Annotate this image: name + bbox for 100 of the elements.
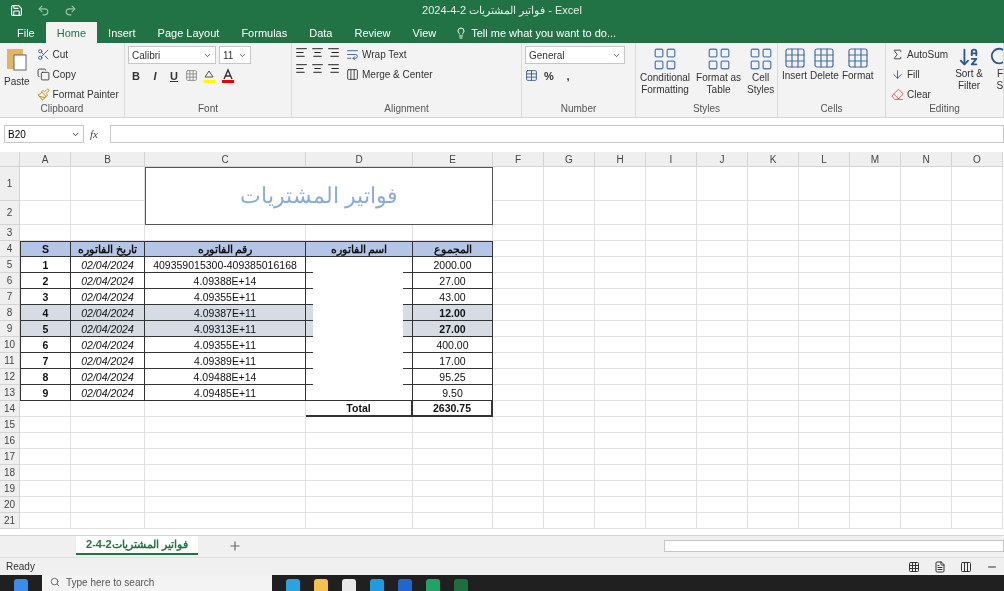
row-header[interactable]: 16	[0, 433, 20, 449]
empty-cell[interactable]	[493, 433, 544, 449]
empty-cell[interactable]	[71, 513, 145, 529]
empty-cell[interactable]	[799, 433, 850, 449]
row-header[interactable]: 10	[0, 337, 20, 353]
column-header[interactable]: G	[544, 152, 595, 167]
row-header[interactable]: 4	[0, 241, 20, 257]
empty-cell[interactable]	[799, 449, 850, 465]
row-header[interactable]: 13	[0, 385, 20, 401]
empty-cell[interactable]	[952, 353, 1003, 369]
empty-cell[interactable]	[306, 449, 413, 465]
save-icon[interactable]	[10, 3, 23, 17]
empty-cell[interactable]	[748, 513, 799, 529]
row-header[interactable]: 17	[0, 449, 20, 465]
empty-cell[interactable]	[493, 481, 544, 497]
column-header[interactable]: E	[413, 152, 493, 167]
empty-cell[interactable]	[544, 401, 595, 417]
empty-cell[interactable]	[646, 449, 697, 465]
empty-cell[interactable]	[850, 337, 901, 353]
empty-cell[interactable]	[799, 481, 850, 497]
empty-cell[interactable]	[697, 305, 748, 321]
column-header[interactable]: N	[901, 152, 952, 167]
empty-cell[interactable]	[595, 273, 646, 289]
empty-cell[interactable]	[901, 241, 952, 257]
add-sheet-icon[interactable]	[227, 539, 242, 553]
empty-cell[interactable]	[595, 305, 646, 321]
empty-cell[interactable]	[697, 401, 748, 417]
empty-cell[interactable]	[952, 433, 1003, 449]
empty-cell[interactable]	[646, 513, 697, 529]
styles-button[interactable]: Conditional Formatting	[639, 46, 692, 103]
empty-cell[interactable]	[799, 321, 850, 337]
empty-cell[interactable]	[850, 353, 901, 369]
empty-cell[interactable]	[646, 241, 697, 257]
row-header[interactable]: 7	[0, 289, 20, 305]
empty-cell[interactable]	[901, 337, 952, 353]
empty-cell[interactable]	[697, 497, 748, 513]
empty-cell[interactable]	[595, 449, 646, 465]
column-header[interactable]: J	[697, 152, 748, 167]
page-layout-icon[interactable]	[934, 560, 946, 573]
empty-cell[interactable]	[493, 449, 544, 465]
empty-cell[interactable]	[646, 497, 697, 513]
mail-icon[interactable]	[398, 579, 412, 591]
empty-cell[interactable]	[646, 257, 697, 273]
empty-cell[interactable]	[413, 433, 493, 449]
empty-cell[interactable]	[493, 417, 544, 433]
empty-cell[interactable]	[646, 433, 697, 449]
cells-button[interactable]: Delete	[809, 46, 840, 103]
empty-cell[interactable]	[799, 369, 850, 385]
empty-cell[interactable]	[952, 465, 1003, 481]
empty-cell[interactable]	[71, 417, 145, 433]
empty-cell[interactable]	[697, 481, 748, 497]
row-header[interactable]: 6	[0, 273, 20, 289]
empty-cell[interactable]	[952, 257, 1003, 273]
name-box[interactable]: B20	[4, 125, 84, 143]
find-select-button[interactable]: F S	[987, 46, 1003, 103]
empty-cell[interactable]	[799, 225, 850, 241]
empty-cell[interactable]	[850, 201, 901, 225]
empty-cell[interactable]	[544, 167, 595, 201]
empty-cell[interactable]	[901, 497, 952, 513]
horizontal-scrollbar[interactable]	[664, 540, 1004, 552]
empty-cell[interactable]	[799, 353, 850, 369]
percent-button[interactable]: %	[541, 67, 557, 84]
empty-cell[interactable]	[748, 465, 799, 481]
empty-cell[interactable]	[952, 401, 1003, 417]
align-bottom-icon[interactable]	[327, 46, 340, 59]
empty-cell[interactable]	[697, 273, 748, 289]
empty-cell[interactable]	[850, 385, 901, 401]
underline-button[interactable]: U	[166, 67, 182, 84]
sort-filter-button[interactable]: Sort & Filter	[954, 46, 984, 103]
empty-cell[interactable]	[799, 401, 850, 417]
empty-cell[interactable]	[544, 369, 595, 385]
normal-view-icon[interactable]	[908, 560, 920, 573]
empty-cell[interactable]	[544, 257, 595, 273]
empty-cell[interactable]	[748, 433, 799, 449]
empty-cell[interactable]	[306, 433, 413, 449]
empty-cell[interactable]	[952, 289, 1003, 305]
empty-cell[interactable]	[901, 201, 952, 225]
empty-cell[interactable]	[595, 201, 646, 225]
font-name-field[interactable]: Calibri	[128, 46, 216, 64]
empty-cell[interactable]	[901, 513, 952, 529]
empty-cell[interactable]	[799, 289, 850, 305]
empty-cell[interactable]	[697, 225, 748, 241]
font-size-field[interactable]: 11	[219, 46, 251, 64]
row-header[interactable]: 1	[0, 167, 20, 201]
empty-cell[interactable]	[850, 321, 901, 337]
empty-cell[interactable]	[493, 497, 544, 513]
empty-cell[interactable]	[306, 513, 413, 529]
empty-cell[interactable]	[646, 337, 697, 353]
empty-cell[interactable]	[748, 369, 799, 385]
empty-cell[interactable]	[595, 225, 646, 241]
empty-cell[interactable]	[901, 257, 952, 273]
ribbon-tab[interactable]: Formulas	[230, 22, 299, 43]
empty-cell[interactable]	[952, 417, 1003, 433]
empty-cell[interactable]	[544, 465, 595, 481]
empty-cell[interactable]	[799, 385, 850, 401]
empty-cell[interactable]	[748, 449, 799, 465]
empty-cell[interactable]	[71, 465, 145, 481]
empty-cell[interactable]	[850, 497, 901, 513]
empty-cell[interactable]	[697, 353, 748, 369]
row-header[interactable]: 14	[0, 401, 20, 417]
